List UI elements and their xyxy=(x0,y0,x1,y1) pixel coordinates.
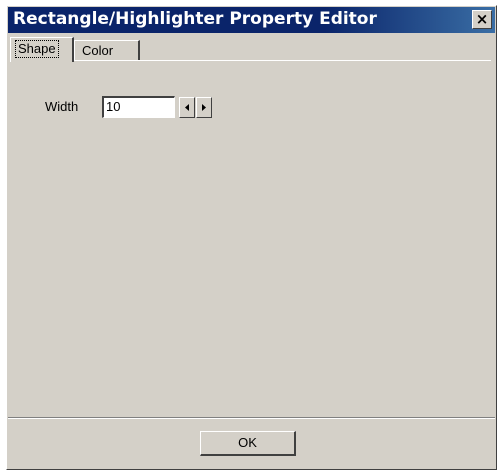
arrow-right-icon xyxy=(202,104,206,111)
width-decrease-button[interactable] xyxy=(179,97,195,118)
tab-shape-label: Shape xyxy=(15,40,59,58)
tab-color[interactable]: Color xyxy=(74,40,140,61)
close-button[interactable]: × xyxy=(472,10,492,29)
close-icon: × xyxy=(475,10,489,28)
property-editor-window: Rectangle/Highlighter Property Editor × … xyxy=(6,5,497,470)
width-input[interactable]: 10 xyxy=(102,96,175,118)
width-label: Width xyxy=(45,99,79,114)
width-increase-button[interactable] xyxy=(196,97,212,118)
title-bar[interactable]: Rectangle/Highlighter Property Editor × xyxy=(8,7,495,33)
window-title: Rectangle/Highlighter Property Editor xyxy=(13,9,377,29)
arrow-left-icon xyxy=(185,104,189,111)
tab-color-label: Color xyxy=(82,43,114,58)
ok-button[interactable]: OK xyxy=(200,431,296,456)
footer-separator xyxy=(8,417,495,419)
tab-strip: Shape Color xyxy=(10,37,490,62)
tab-shape[interactable]: Shape xyxy=(10,37,74,62)
shape-panel: Width 10 xyxy=(10,60,491,415)
